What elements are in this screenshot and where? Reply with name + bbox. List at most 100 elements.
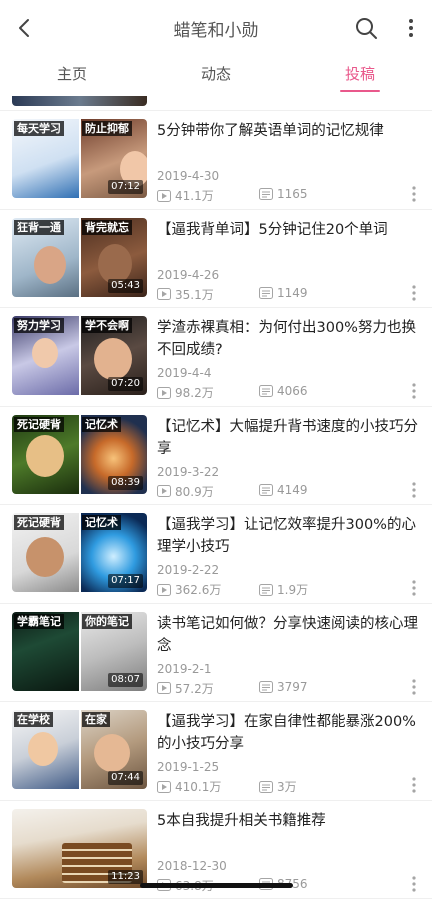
more-options-icon[interactable]	[410, 284, 418, 302]
video-list-item[interactable]: 死记硬背记忆术08:39【记忆术】大幅提升背书速度的小技巧分享2019-3-22…	[0, 407, 432, 506]
thumbnail-caption-right: 记忆术	[82, 417, 121, 432]
upload-date: 2019-2-22	[157, 563, 219, 577]
tab-dynamics[interactable]: 动态	[180, 56, 252, 96]
thumbnail-caption-right: 学不会啊	[82, 318, 132, 333]
more-options-icon[interactable]	[410, 776, 418, 794]
upload-date: 2019-4-30	[157, 169, 219, 183]
danmaku-count-value: 1.9万	[277, 581, 308, 598]
video-list-item[interactable]: 学霸笔记你的笔记08:07读书笔记如何做？分享快速阅读的核心理念2019-2-1…	[0, 604, 432, 703]
top-nav-bar: 蜡笔和小勋	[0, 0, 432, 56]
danmaku-icon	[259, 287, 273, 299]
person-graphic	[26, 435, 64, 477]
play-count-icon	[157, 485, 171, 497]
danmaku-count-value: 3万	[277, 778, 297, 795]
person-graphic	[94, 734, 130, 772]
play-count-icon	[157, 190, 171, 202]
video-thumbnail[interactable]: 努力学习学不会啊07:20	[12, 316, 147, 395]
play-count: 362.6万	[157, 581, 221, 598]
thumbnail-caption-right: 你的笔记	[82, 614, 132, 629]
danmaku-icon	[259, 681, 273, 693]
video-thumbnail[interactable]: 狂背一通背完就忘05:43	[12, 218, 147, 297]
more-options-icon[interactable]	[410, 579, 418, 597]
video-list-item[interactable]: 每天学习防止抑郁07:12 5分钟带你了解英语单词的记忆规律 2019-4-30 41…	[0, 111, 432, 210]
home-indicator[interactable]	[140, 883, 293, 888]
video-duration: 08:39	[108, 476, 143, 490]
video-thumbnail[interactable]: 学霸笔记你的笔记08:07	[12, 612, 147, 691]
tab-home[interactable]: 主页	[36, 56, 108, 96]
danmaku-icon	[259, 484, 273, 496]
video-thumbnail[interactable]: 死记硬背记忆术07:17	[12, 513, 147, 592]
danmaku-count: 4066	[259, 384, 308, 398]
play-count-value: 41.1万	[175, 187, 214, 204]
video-thumbnail[interactable]: 每天学习防止抑郁07:12	[12, 119, 147, 198]
more-vertical-icon[interactable]	[404, 16, 418, 40]
tab-label: 投稿	[345, 65, 375, 83]
video-title[interactable]: 学渣赤裸真相：为何付出300%努力也换不回成绩?	[157, 317, 421, 361]
thumbnail-caption-left: 在学校	[14, 712, 53, 727]
tab-bar: 主页 动态 投稿	[0, 56, 432, 97]
tab-submissions[interactable]: 投稿	[324, 56, 396, 96]
video-list-item[interactable]: 狂背一通背完就忘05:43【逼我背单词】5分钟记住20个单词2019-4-263…	[0, 210, 432, 309]
video-thumbnail[interactable]: 11:23	[12, 809, 147, 888]
more-options-icon[interactable]	[410, 382, 418, 400]
danmaku-count-value: 4066	[277, 384, 308, 398]
video-list: 每天学习防止抑郁07:12 5分钟带你了解英语单词的记忆规律 2019-4-30 41…	[0, 111, 432, 899]
video-stats: 362.6万 1.9万	[157, 581, 387, 597]
more-options-icon[interactable]	[410, 678, 418, 696]
more-options-icon[interactable]	[410, 481, 418, 499]
upload-date: 2018-12-30	[157, 859, 227, 873]
video-stats: 41.1万 1165	[157, 187, 387, 203]
play-count-icon	[157, 387, 171, 399]
video-stats: 98.2万 4066	[157, 384, 387, 400]
video-duration: 07:17	[108, 574, 143, 588]
danmaku-count: 3797	[259, 680, 308, 694]
video-title[interactable]: 【逼我背单词】5分钟记住20个单词	[157, 219, 421, 241]
back-arrow-icon[interactable]	[14, 17, 36, 39]
thumbnail-caption-left: 狂背一通	[14, 220, 64, 235]
video-thumbnail[interactable]: 死记硬背记忆术08:39	[12, 415, 147, 494]
active-tab-indicator	[340, 90, 380, 92]
more-options-icon[interactable]	[410, 875, 418, 893]
thumbnail-divider	[79, 415, 81, 494]
thumbnail-caption-right: 背完就忘	[82, 220, 132, 235]
video-title[interactable]: 读书笔记如何做？分享快速阅读的核心理念	[157, 613, 421, 657]
thumbnail-divider	[79, 316, 81, 395]
upload-date: 2019-3-22	[157, 465, 219, 479]
video-title[interactable]: 5分钟带你了解英语单词的记忆规律	[157, 120, 421, 142]
video-thumbnail	[12, 96, 147, 106]
person-graphic	[98, 244, 132, 284]
play-count-value: 80.9万	[175, 483, 214, 500]
danmaku-count: 1.9万	[259, 581, 308, 598]
danmaku-count-value: 1149	[277, 286, 308, 300]
video-stats: 35.1万 1149	[157, 286, 387, 302]
video-duration: 08:07	[108, 673, 143, 687]
person-graphic	[26, 537, 64, 577]
video-title[interactable]: 【逼我学习】让记忆效率提升300%的心理学小技巧	[157, 514, 421, 558]
danmaku-count: 1165	[259, 187, 308, 201]
video-stats: 57.2万 3797	[157, 680, 387, 696]
video-list-item[interactable]: 死记硬背记忆术07:17【逼我学习】让记忆效率提升300%的心理学小技巧 2019…	[0, 505, 432, 604]
video-list-item[interactable]: 在学校在家07:44【逼我学习】在家自律性都能暴涨200%的小技巧分享2019-…	[0, 702, 432, 801]
person-graphic	[28, 732, 58, 766]
video-list-item[interactable]: 努力学习学不会啊07:20学渣赤裸真相：为何付出300%努力也换不回成绩?201…	[0, 308, 432, 407]
video-title[interactable]: 5本自我提升相关书籍推荐	[157, 810, 421, 832]
video-title[interactable]: 【逼我学习】在家自律性都能暴涨200%的小技巧分享	[157, 711, 421, 755]
play-count: 35.1万	[157, 286, 214, 303]
play-count-value: 57.2万	[175, 680, 214, 697]
video-duration: 11:23	[108, 870, 143, 884]
video-thumbnail[interactable]: 在学校在家07:44	[12, 710, 147, 789]
search-icon[interactable]	[354, 16, 378, 40]
person-graphic	[32, 338, 58, 368]
more-options-icon[interactable]	[410, 185, 418, 203]
thumbnail-caption-right: 在家	[82, 712, 110, 727]
list-item-partial[interactable]	[0, 96, 432, 111]
danmaku-icon	[259, 188, 273, 200]
danmaku-count: 3万	[259, 778, 297, 795]
play-count-value: 35.1万	[175, 286, 214, 303]
danmaku-count-value: 3797	[277, 680, 308, 694]
video-title[interactable]: 【记忆术】大幅提升背书速度的小技巧分享	[157, 416, 421, 460]
person-graphic	[94, 338, 132, 380]
play-count-value: 98.2万	[175, 384, 214, 401]
danmaku-count-value: 1165	[277, 187, 308, 201]
video-stats: 410.1万3万	[157, 778, 387, 794]
